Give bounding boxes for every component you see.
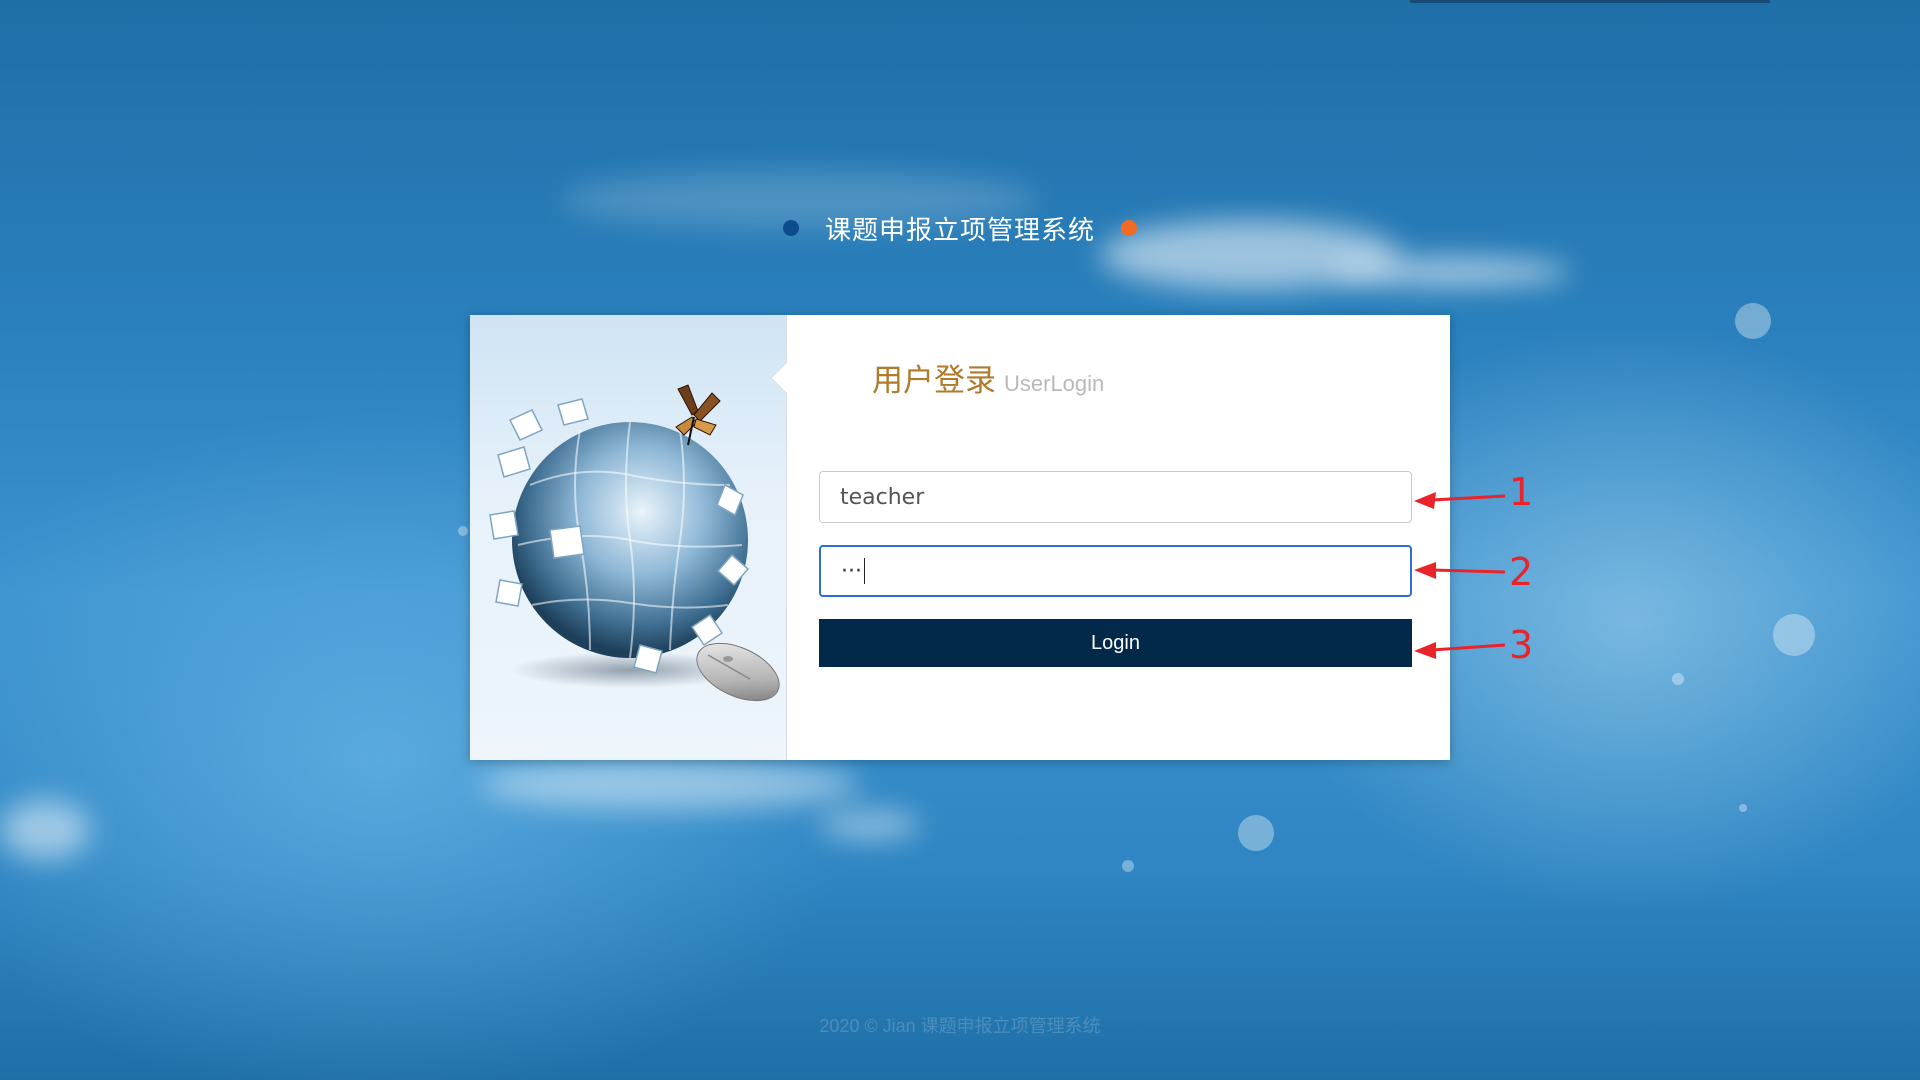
light-bokeh — [1773, 614, 1815, 656]
site-title: 课题申报立项管理系统 — [824, 214, 1095, 245]
light-bokeh — [1238, 815, 1274, 851]
login-heading: 用户登录 UserLogin — [872, 355, 1104, 400]
username-input[interactable]: teacher — [819, 471, 1412, 523]
login-heading-cn: 用户登录 — [872, 363, 996, 398]
background-cloud — [0, 800, 90, 860]
annotation-label-3: 3 — [1509, 623, 1534, 667]
light-bokeh — [458, 526, 468, 536]
background-cloud — [820, 810, 920, 840]
login-card: 用户登录 UserLogin teacher ··· Login — [470, 315, 1450, 760]
top-edge-bar — [1410, 0, 1770, 3]
light-bokeh — [1735, 303, 1771, 339]
background-cloud — [480, 760, 860, 810]
puzzle-globe-icon — [489, 384, 780, 702]
login-button[interactable]: Login — [819, 619, 1412, 667]
blue-dot-icon — [782, 220, 799, 236]
background-cloud — [1330, 258, 1570, 286]
login-illustration-panel — [470, 315, 787, 760]
annotation-arrow-icon — [1414, 562, 1506, 579]
username-value: teacher — [840, 484, 925, 510]
orange-dot-icon — [1121, 220, 1137, 236]
footer-copyright: 2020 © Jian 课题申报立项管理系统 — [819, 1016, 1101, 1036]
login-heading-en: UserLogin — [1004, 371, 1105, 396]
login-button-label: Login — [1091, 631, 1140, 654]
site-header: 课题申报立项管理系统 — [760, 204, 1160, 252]
annotation-arrow-icon — [1414, 642, 1506, 659]
annotation-label-2: 2 — [1509, 550, 1534, 594]
light-bokeh — [1122, 860, 1134, 872]
annotation-arrow-icon — [1414, 492, 1506, 509]
annotation-label-1: 1 — [1509, 470, 1534, 514]
text-cursor — [863, 558, 865, 584]
login-form: 用户登录 UserLogin teacher ··· Login — [787, 315, 1450, 760]
light-bokeh — [1739, 804, 1747, 812]
password-input[interactable]: ··· — [819, 545, 1412, 597]
light-bokeh — [1672, 673, 1684, 685]
password-value: ··· — [841, 558, 862, 584]
